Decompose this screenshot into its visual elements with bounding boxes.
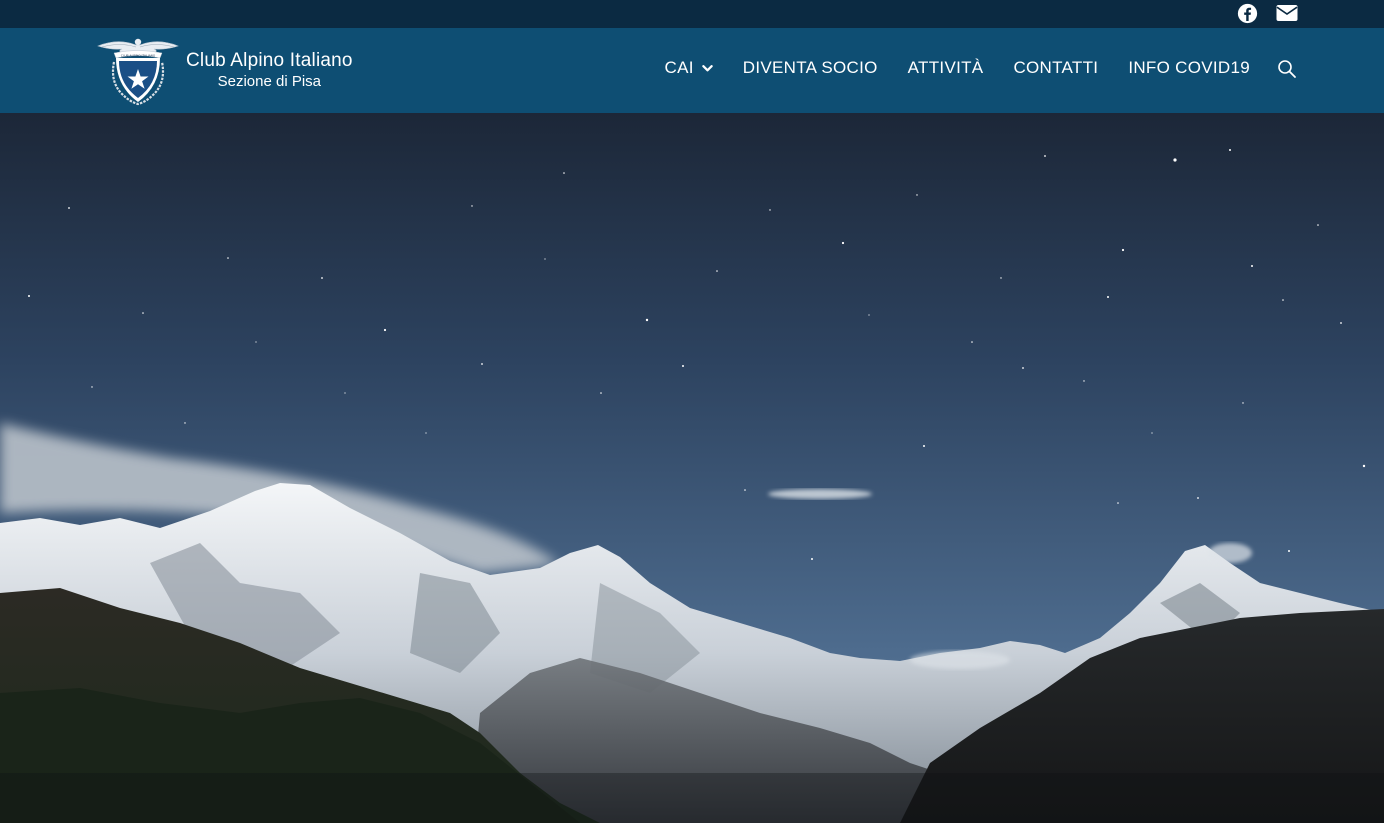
logo-text: Club Alpino Italiano Sezione di Pisa <box>186 50 353 91</box>
nav-item-attivita[interactable]: ATTIVITÀ <box>908 58 984 78</box>
logo-title: Club Alpino Italiano <box>186 50 353 72</box>
search-icon[interactable] <box>1277 59 1297 79</box>
top-bar <box>0 0 1384 28</box>
nav-item-contatti[interactable]: CONTATTI <box>1013 58 1098 78</box>
site-header: CLUB ALPINO ITALIANO Club Alpino Italian… <box>0 28 1384 113</box>
nav-item-diventa-socio[interactable]: DIVENTA SOCIO <box>743 58 878 78</box>
main-nav: CAI DIVENTA SOCIO ATTIVITÀ CONTATTI INFO… <box>665 58 1250 78</box>
social-links <box>1236 2 1298 24</box>
envelope-icon[interactable] <box>1276 2 1298 24</box>
nav-item-info-covid19[interactable]: INFO COVID19 <box>1128 58 1250 78</box>
chevron-down-icon <box>702 64 713 71</box>
cai-emblem-icon: CLUB ALPINO ITALIANO <box>97 38 179 106</box>
site-logo[interactable]: CLUB ALPINO ITALIANO Club Alpino Italian… <box>96 36 353 106</box>
nav-item-cai-label: CAI <box>664 58 694 77</box>
nav-item-cai[interactable]: CAI <box>665 58 713 78</box>
facebook-icon[interactable] <box>1236 2 1258 24</box>
hero-mountain-night-image <box>0 113 1384 823</box>
logo-subtitle: Sezione di Pisa <box>217 73 322 91</box>
hero-image <box>0 113 1384 823</box>
emblem-banner-text: CLUB ALPINO ITALIANO <box>121 54 156 58</box>
